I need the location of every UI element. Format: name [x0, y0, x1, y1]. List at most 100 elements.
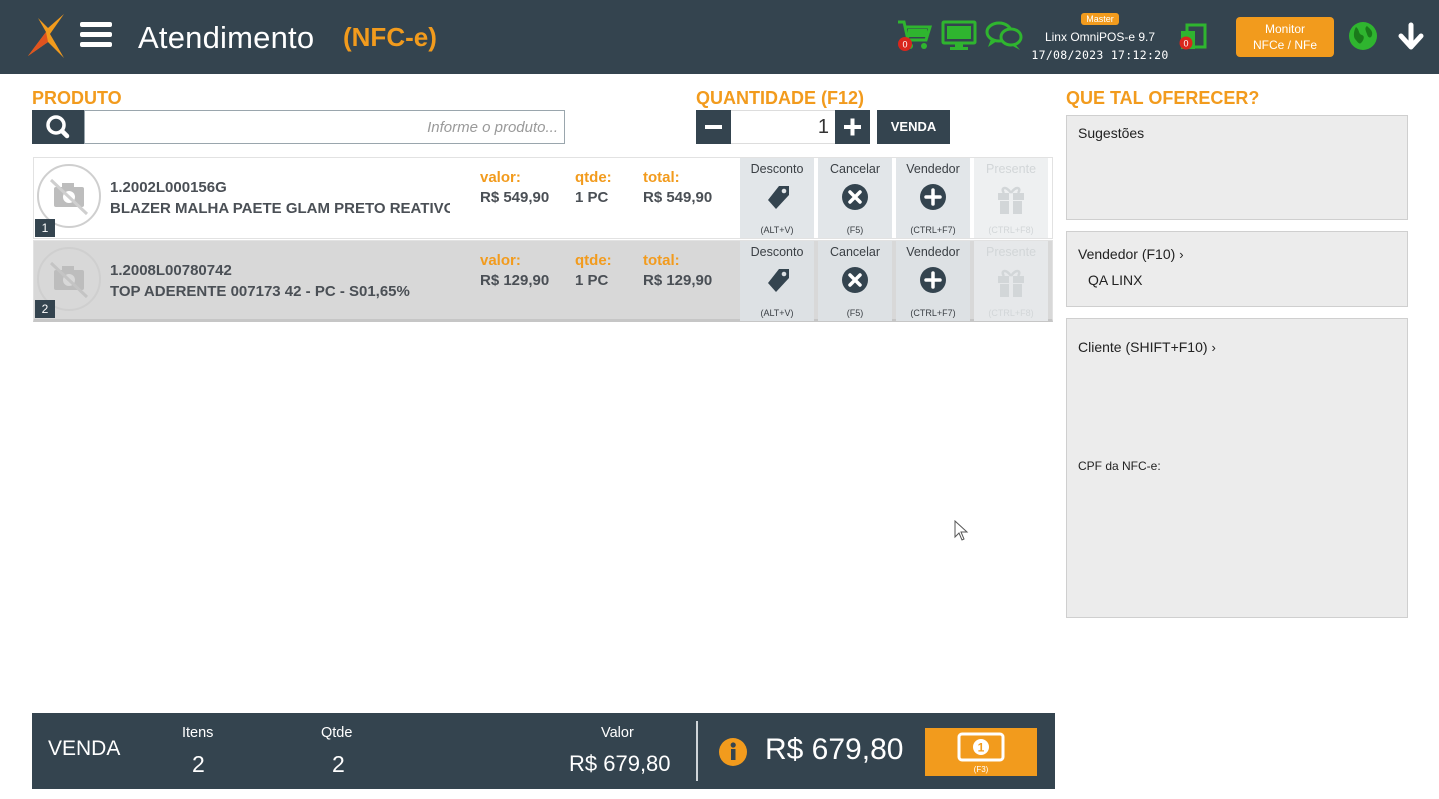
sync-icon[interactable]: 0 [1177, 22, 1209, 52]
gift-label: Presente [985, 245, 1037, 259]
item-qtde: 1 PC [575, 189, 609, 206]
suggestions-panel: Sugestões [1066, 115, 1408, 220]
mouse-cursor-icon [954, 520, 969, 541]
item-code: 1.2002L000156G [110, 179, 227, 196]
discount-shortcut: (ALT+V) [760, 225, 794, 235]
plus-circle-icon [920, 184, 946, 210]
item-qtde-label: qtde: [575, 169, 612, 186]
discount-button[interactable]: Desconto (ALT+V) [740, 241, 814, 321]
datetime: 17/08/2023 17:12:20 [1031, 48, 1169, 62]
items-count: 2 [192, 751, 205, 777]
seller-label: Vendedor [906, 245, 960, 259]
quantity-increment-button[interactable] [835, 110, 870, 144]
gift-button[interactable]: Presente (CTRL+F8) [974, 158, 1048, 238]
item-index: 2 [35, 300, 55, 318]
quantity-decrement-button[interactable] [696, 110, 731, 144]
seller-button[interactable]: Vendedor (CTRL+F7) [896, 158, 970, 238]
quantity-label: QUANTIDADE (F12) [696, 88, 865, 108]
item-row[interactable]: 1 1.2002L000156G BLAZER MALHA PAETE GLAM… [33, 157, 1053, 239]
info-icon[interactable] [718, 737, 748, 767]
item-qtde-label: qtde: [575, 252, 612, 269]
monitor-nfce-button[interactable]: Monitor NFCe / NFe [1236, 17, 1334, 57]
chevron-right-icon: › [1179, 247, 1184, 262]
gift-icon [998, 269, 1024, 297]
seller-shortcut: (CTRL+F7) [910, 225, 956, 235]
seller-panel[interactable]: Vendedor (F10) › QA LINX [1066, 231, 1408, 307]
cancel-item-button[interactable]: Cancelar (F5) [818, 158, 892, 238]
cart-badge: 0 [902, 40, 907, 50]
item-index: 1 [35, 219, 55, 237]
version-info: Master Linx OmniPOS-e 9.7 17/08/2023 17:… [1022, 9, 1178, 65]
version-text: Linx OmniPOS-e 9.7 [1044, 30, 1156, 44]
value-label: Valor [601, 725, 634, 741]
suggestions-heading: QUE TAL OFERECER? [1066, 88, 1260, 108]
cancel-shortcut: (F5) [846, 308, 864, 318]
seller-shortcut: (CTRL+F7) [910, 308, 956, 318]
sale-mode: VENDA [48, 737, 121, 760]
globe-icon[interactable] [1348, 21, 1378, 51]
quantity-total-label: Qtde [321, 725, 353, 741]
quantity-total: 2 [332, 751, 345, 777]
gift-shortcut: (CTRL+F8) [988, 308, 1034, 318]
search-button[interactable] [32, 110, 84, 144]
item-valor: R$ 129,90 [480, 272, 550, 289]
item-row[interactable]: 2 1.2008L00780742 TOP ADERENTE 007173 42… [33, 240, 1053, 322]
product-search-input[interactable] [84, 110, 565, 144]
tag-icon [768, 186, 789, 209]
item-code: 1.2008L00780742 [110, 262, 232, 279]
search-icon [46, 115, 70, 139]
cancel-item-button[interactable]: Cancelar (F5) [818, 241, 892, 321]
monitor-sublabel: NFCe / NFe [1252, 38, 1317, 52]
discount-shortcut: (ALT+V) [760, 308, 794, 318]
master-badge: Master [1081, 13, 1119, 25]
gift-shortcut: (CTRL+F8) [988, 225, 1034, 235]
item-total-label: total: [643, 252, 680, 269]
seller-panel-title: Vendedor (F10) › [1078, 246, 1184, 262]
grand-total: R$ 679,80 [765, 733, 904, 766]
cash-icon: 1 [957, 732, 1005, 762]
suggestions-title: Sugestões [1078, 125, 1145, 141]
chat-icon[interactable] [985, 20, 1023, 52]
item-valor-label: valor: [480, 252, 521, 269]
tag-icon [768, 269, 789, 292]
item-description: TOP ADERENTE 007173 42 - PC - S01,65% [110, 283, 410, 300]
customer-panel[interactable]: Cliente (SHIFT+F10) › CPF da NFC-e: [1066, 318, 1408, 618]
venda-button[interactable]: VENDA [877, 110, 950, 144]
gift-button[interactable]: Presente (CTRL+F8) [974, 241, 1048, 321]
close-circle-icon [842, 184, 868, 210]
divider [696, 721, 698, 781]
item-qtde: 1 PC [575, 272, 609, 289]
sync-badge: 0 [1183, 39, 1188, 49]
minus-icon [705, 125, 722, 129]
value-amount: R$ 679,80 [569, 751, 671, 776]
discount-button[interactable]: Desconto (ALT+V) [740, 158, 814, 238]
menu-icon[interactable] [80, 22, 112, 50]
chevron-right-icon: › [1211, 340, 1216, 355]
plus-circle-icon [920, 267, 946, 293]
page-subtitle: (NFC-e) [343, 22, 437, 52]
close-circle-icon [842, 267, 868, 293]
discount-label: Desconto [750, 162, 804, 176]
monitor-label: Monitor [1264, 22, 1305, 36]
sale-summary-bar: VENDA Itens 2 Qtde 2 Valor R$ 679,80 R$ … [32, 713, 1055, 789]
payment-button[interactable]: 1 (F3) [925, 728, 1037, 776]
seller-button[interactable]: Vendedor (CTRL+F7) [896, 241, 970, 321]
cart-icon[interactable]: 0 [896, 18, 933, 54]
cpf-label: CPF da NFC-e: [1078, 459, 1161, 473]
linx-logo [28, 14, 64, 58]
monitor-screen-icon[interactable] [941, 20, 977, 54]
gift-icon [998, 186, 1024, 214]
items-count-label: Itens [182, 725, 214, 741]
payment-shortcut: (F3) [973, 765, 989, 774]
plus-icon [844, 118, 861, 136]
top-bar: Atendimento (NFC-e) 0 Master Linx OmniPO… [0, 0, 1439, 74]
seller-label: Vendedor [906, 162, 960, 176]
item-total-label: total: [643, 169, 680, 186]
quantity-input[interactable] [731, 110, 835, 144]
seller-name: QA LINX [1088, 272, 1143, 288]
item-valor: R$ 549,90 [480, 189, 550, 206]
svg-text:1: 1 [978, 741, 985, 755]
product-label: PRODUTO [32, 88, 122, 108]
item-total: R$ 129,90 [643, 272, 713, 289]
download-arrow-icon[interactable] [1396, 22, 1426, 52]
